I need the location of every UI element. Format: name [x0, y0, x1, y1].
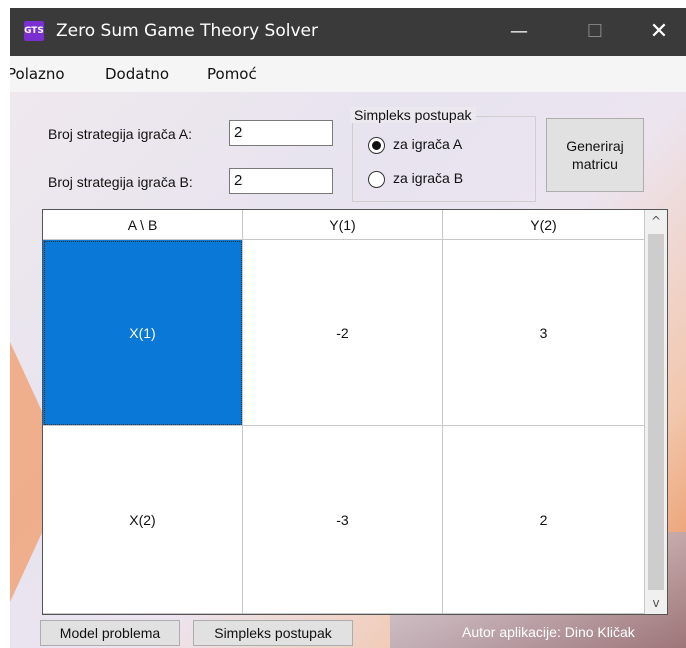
radio-player-a-label: za igrača A — [393, 136, 463, 152]
maximize-button[interactable]: ☐ — [572, 8, 618, 56]
scroll-thumb[interactable] — [648, 234, 664, 590]
scroll-up-icon[interactable]: ^ — [645, 210, 667, 232]
strategies-b-input[interactable]: 2 — [229, 168, 333, 194]
header-y1[interactable]: Y(1) — [243, 210, 443, 240]
radio-checked-icon[interactable] — [368, 136, 385, 154]
title-bar: GTS Zero Sum Game Theory Solver — ☐ ✕ — [10, 8, 686, 56]
radio-player-b-label: za igrača B — [393, 170, 464, 186]
vertical-scrollbar[interactable]: ^ v — [645, 210, 667, 614]
cell-x1-y2[interactable]: 3 — [443, 240, 645, 426]
header-a-b[interactable]: A \ B — [43, 210, 243, 240]
row-header-x1[interactable]: X(1) — [43, 240, 243, 426]
simplex-method-button[interactable]: Simpleks postupak — [193, 620, 353, 646]
generate-line-1: Generiraj — [566, 138, 624, 154]
cell-x1-y1[interactable]: -2 — [243, 240, 443, 426]
simplex-group-title: Simpleks postupak — [350, 107, 476, 123]
menu-polazno[interactable]: Polazno — [10, 65, 65, 83]
radio-unchecked-icon[interactable] — [368, 170, 385, 188]
label-strategies-a: Broj strategija igrača A: — [48, 126, 192, 142]
author-label: Autor aplikacije: Dino Kličak — [462, 624, 635, 640]
app-icon: GTS — [24, 21, 44, 41]
window-title: Zero Sum Game Theory Solver — [56, 21, 318, 41]
model-problem-button[interactable]: Model problema — [40, 620, 180, 646]
generate-matrix-button[interactable]: Generiraj matricu — [546, 118, 644, 192]
radio-player-b[interactable]: za igrača B — [368, 170, 463, 188]
menu-bar: Polazno Dodatno Pomoć — [10, 56, 686, 92]
generate-line-2: matricu — [572, 156, 618, 172]
strategies-a-input[interactable]: 2 — [229, 120, 333, 146]
row-header-x2[interactable]: X(2) — [43, 426, 243, 614]
simplex-groupbox — [352, 116, 536, 202]
menu-dodatno[interactable]: Dodatno — [105, 65, 169, 83]
minimize-button[interactable]: — — [496, 8, 542, 56]
close-button[interactable]: ✕ — [636, 8, 682, 56]
header-y2[interactable]: Y(2) — [443, 210, 645, 240]
app-window: GTS Zero Sum Game Theory Solver — ☐ ✕ Po… — [10, 8, 686, 648]
menu-pomoc[interactable]: Pomoć — [207, 65, 257, 83]
label-strategies-b: Broj strategija igrača B: — [48, 174, 193, 190]
radio-player-a[interactable]: za igrača A — [368, 136, 462, 154]
cell-x2-y2[interactable]: 2 — [443, 426, 645, 614]
cell-x2-y1[interactable]: -3 — [243, 426, 443, 614]
matrix-grid[interactable]: A \ B Y(1) Y(2) X(1) -2 3 X(2) -3 2 ^ v — [42, 209, 668, 615]
scroll-down-icon[interactable]: v — [645, 592, 667, 614]
